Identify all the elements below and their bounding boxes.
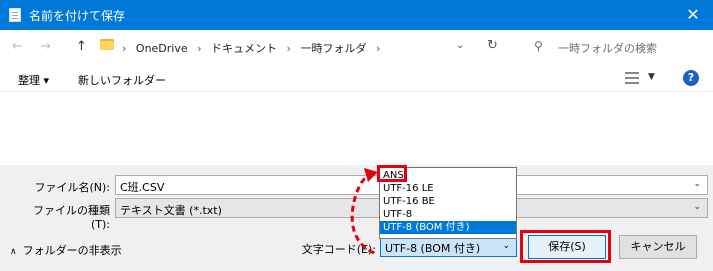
chevron-down-icon: ⌄ [502, 241, 510, 251]
encoding-select[interactable]: UTF-8 (BOM 付き) ⌄ [380, 236, 517, 257]
new-folder-button[interactable]: 新しいフォルダー [78, 72, 166, 88]
window-title: 名前を付けて保存 [29, 9, 126, 23]
chevron-down-icon[interactable]: ⌄ [693, 202, 701, 212]
cancel-button[interactable]: キャンセル [619, 235, 697, 259]
view-options-icon[interactable] [625, 72, 639, 84]
encoding-option-utf8-bom[interactable]: UTF-8 (BOM 付き) [380, 221, 516, 234]
hide-folders-toggle[interactable]: ∧ フォルダーの非表示 [10, 242, 122, 258]
help-icon[interactable]: ? [683, 70, 699, 86]
breadcrumb: › OneDrive › ドキュメント › 一時フォルダ › [122, 42, 381, 55]
file-list-area[interactable] [0, 92, 713, 165]
search-icon: ⚲ [534, 39, 543, 53]
organize-button[interactable]: 整理 ▾ [18, 72, 49, 88]
ansi-highlight-box [377, 165, 407, 182]
encoding-option-utf16be[interactable]: UTF-16 BE [380, 195, 516, 208]
save-highlight-box [520, 230, 611, 263]
search-placeholder: 一時フォルダの検索 [558, 42, 657, 55]
close-icon[interactable]: ✕ [673, 0, 713, 30]
folder-icon [100, 39, 114, 50]
encoding-label: 文字コード(E): [301, 243, 376, 256]
encoding-value: UTF-8 (BOM 付き) [385, 242, 481, 255]
notepad-icon [9, 8, 21, 22]
breadcrumb-onedrive[interactable]: OneDrive [136, 42, 188, 55]
address-bar[interactable]: › OneDrive › ドキュメント › 一時フォルダ › [100, 34, 510, 60]
command-bar: 整理 ▾ 新しいフォルダー ▼ ? [0, 64, 713, 92]
filename-value: C班.CSV [120, 181, 165, 194]
breadcrumb-temp-folder[interactable]: 一時フォルダ [300, 42, 366, 55]
filetype-label: ファイルの種類(T): [33, 204, 110, 231]
filename-label: ファイル名(N): [34, 181, 110, 194]
chevron-down-icon[interactable]: ⌄ [693, 179, 701, 189]
view-dropdown-icon[interactable]: ▼ [648, 72, 655, 82]
encoding-option-utf16le[interactable]: UTF-16 LE [380, 182, 516, 195]
up-arrow-icon[interactable]: ↑ [76, 39, 87, 54]
hide-folders-label: フォルダーの非表示 [22, 244, 122, 257]
encoding-option-utf8[interactable]: UTF-8 [380, 208, 516, 221]
search-box[interactable]: ⚲ 一時フォルダの検索 [528, 34, 708, 60]
breadcrumb-documents[interactable]: ドキュメント [211, 42, 277, 55]
chevron-up-icon: ∧ [10, 247, 17, 257]
forward-arrow-icon[interactable]: → [40, 39, 51, 54]
filetype-value: テキスト文書 (*.txt) [120, 204, 222, 217]
address-dropdown-icon[interactable]: ⌄ [456, 40, 464, 51]
title-bar: 名前を付けて保存 ✕ [0, 0, 713, 30]
refresh-icon[interactable]: ↻ [487, 38, 498, 53]
back-arrow-icon[interactable]: ← [12, 39, 23, 54]
